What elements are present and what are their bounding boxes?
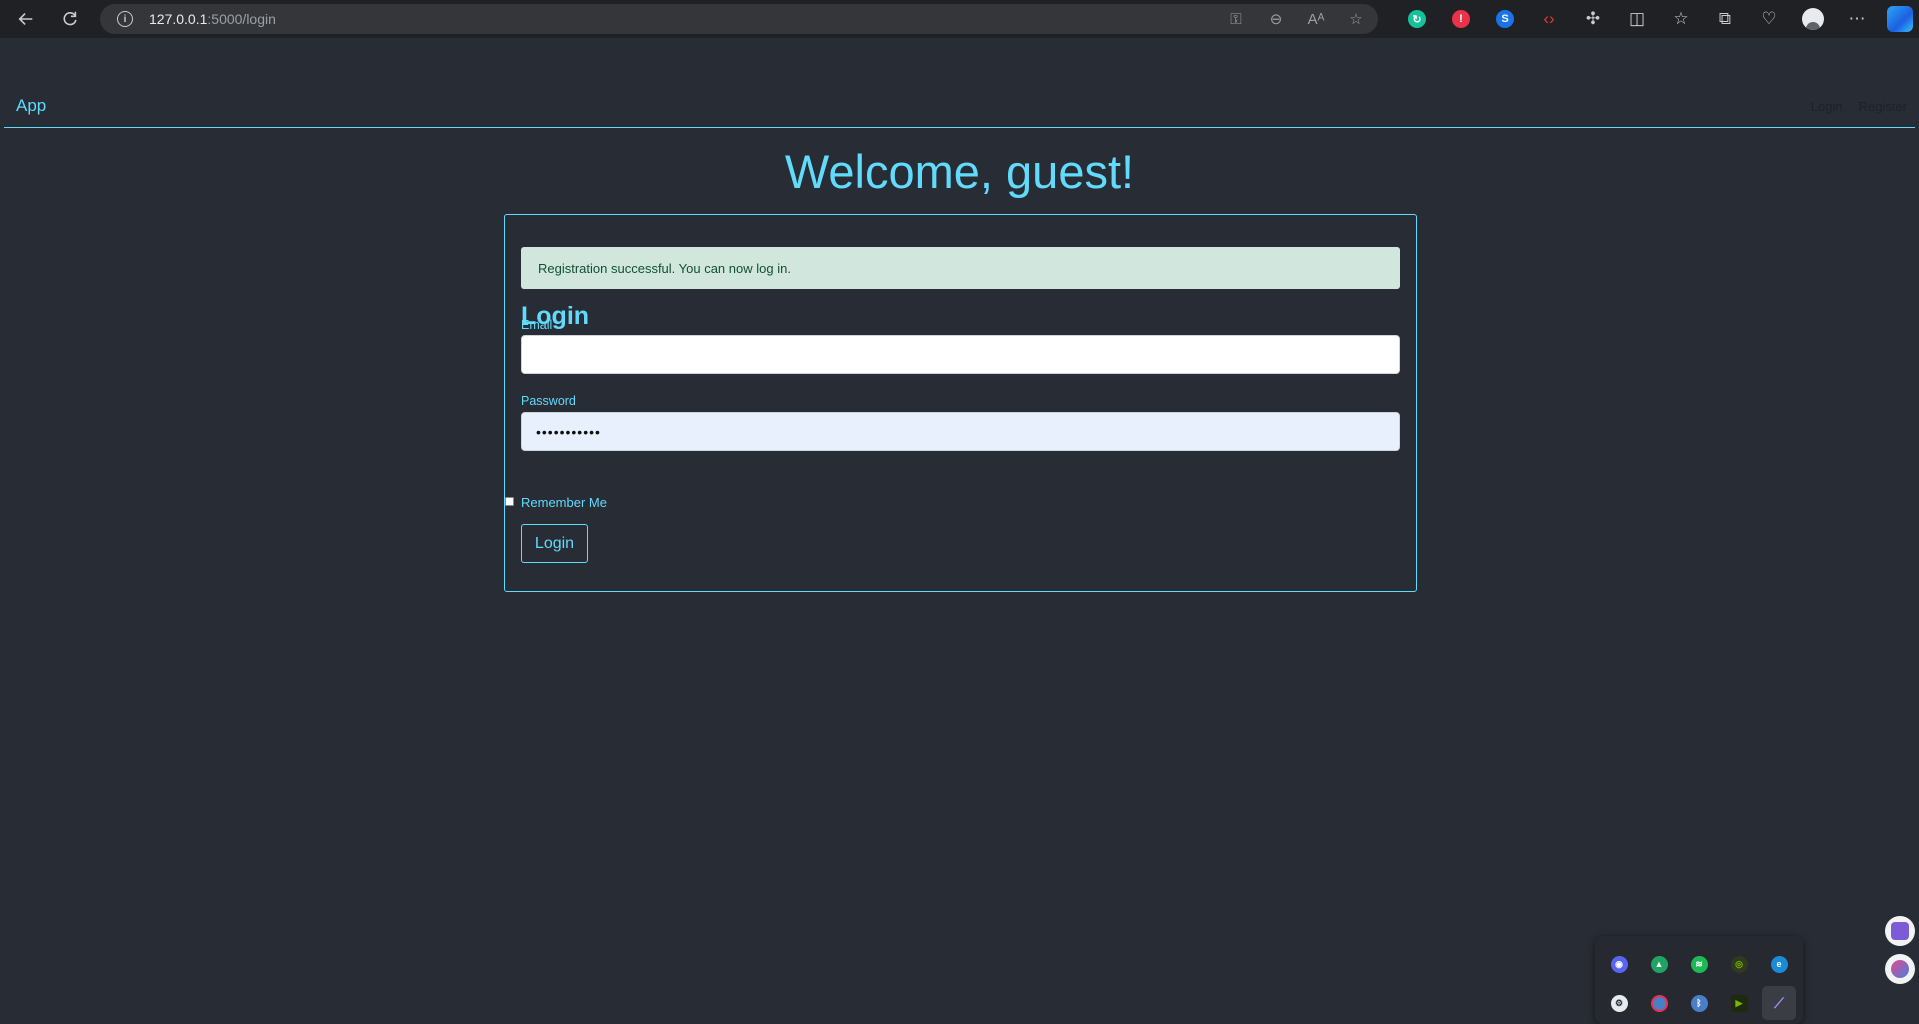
page-title: Welcome, guest! [784, 145, 1135, 198]
grammarly-extension[interactable]: ↻ [1395, 0, 1439, 38]
discord-tray-button[interactable]: ◉ [1605, 950, 1633, 978]
brand-link[interactable]: App [16, 96, 46, 116]
collections-button[interactable]: ⧉ [1703, 0, 1747, 38]
heart-pulse-icon: ♡ [1761, 9, 1777, 28]
key-icon[interactable]: ⚿ [1226, 11, 1246, 28]
puzzle-icon: ✣ [1585, 9, 1601, 28]
edge-icon: e [1770, 955, 1788, 973]
back-button[interactable] [8, 1, 44, 37]
refresh-icon [63, 11, 77, 26]
url-path: :5000/login [207, 11, 276, 27]
address-bar[interactable]: i 127.0.0.1:5000/login ⚿ ⊖ Aᴬ ☆ [100, 4, 1378, 34]
nvidia-tray-button[interactable]: ◎ [1725, 950, 1753, 978]
alert-text: Registration successful. You can now log… [538, 260, 791, 276]
browser-toolbar: i 127.0.0.1:5000/login ⚿ ⊖ Aᴬ ☆ ↻ ! S ‹›… [0, 0, 1919, 38]
browser-essentials-button[interactable]: ♡ [1747, 0, 1791, 38]
shazam-extension-icon: S [1496, 10, 1514, 28]
translate-icon [1891, 922, 1909, 940]
extensions-area: ↻ ! S ‹› ✣ ◫ ☆ ⧉ ♡ ⋯ [1395, 0, 1879, 38]
bluetooth-tray-button[interactable]: ᛒ [1685, 989, 1713, 1017]
extension-badge-icon: ! [1452, 10, 1470, 28]
collections-icon: ⧉ [1718, 9, 1732, 28]
split-screen-icon: ◫ [1628, 9, 1646, 28]
brain-side-button[interactable] [1885, 954, 1915, 984]
app-red-icon [1650, 994, 1668, 1012]
refresh-button[interactable] [52, 1, 88, 37]
red-app-tray-button[interactable] [1645, 989, 1673, 1017]
badge-extension[interactable]: ! [1439, 0, 1483, 38]
extensions-button[interactable]: ✣ [1571, 0, 1615, 38]
email-field[interactable] [521, 335, 1400, 374]
more-dots-icon: ⋯ [1848, 9, 1866, 28]
back-arrow-icon [18, 13, 33, 25]
login-card: Registration successful. You can now log… [504, 214, 1417, 592]
steam-icon: ⚙ [1610, 994, 1628, 1012]
drive-tray-button[interactable]: ▲ [1645, 950, 1673, 978]
nvidia-share-icon: ▶ [1730, 994, 1748, 1012]
steam-tray-button[interactable]: ⚙ [1605, 989, 1633, 1017]
profile-button[interactable] [1791, 0, 1835, 38]
page-content: App Login Register Welcome, guest! Regis… [4, 38, 1919, 1024]
password-label: Password [521, 394, 576, 408]
remember-me-checkbox[interactable] [505, 497, 514, 506]
read-aloud-icon[interactable]: Aᴬ [1306, 11, 1326, 28]
email-label: Email [521, 318, 553, 332]
dev-tools-extension[interactable]: ‹› [1527, 0, 1571, 38]
system-tray-overflow: ◉ ▲ ≋ ◎ e ⚙ ᛒ ▶ ⟋ [1595, 936, 1803, 1024]
avatar [1802, 8, 1824, 30]
translate-side-button[interactable] [1885, 916, 1915, 946]
pen-tray-button[interactable]: ⟋ [1762, 986, 1796, 1020]
success-alert: Registration successful. You can now log… [521, 247, 1400, 289]
more-menu-button[interactable]: ⋯ [1835, 0, 1879, 38]
password-field[interactable]: ••••••••••• [521, 412, 1400, 451]
split-screen-button[interactable]: ◫ [1615, 0, 1659, 38]
site-info-icon[interactable]: i [117, 11, 133, 27]
favorites-button[interactable]: ☆ [1659, 0, 1703, 38]
edge-tray-button[interactable]: e [1765, 950, 1793, 978]
shazam-extension[interactable]: S [1483, 0, 1527, 38]
url-host: 127.0.0.1 [149, 11, 208, 27]
bluetooth-icon: ᛒ [1690, 994, 1708, 1012]
brain-icon [1891, 960, 1909, 978]
navbar: App Login Register [4, 38, 1915, 128]
spotify-tray-button[interactable]: ≋ [1685, 950, 1713, 978]
nav-register-link[interactable]: Register [1859, 99, 1907, 114]
favorites-list-icon: ☆ [1673, 9, 1689, 28]
dev-tools-extension-icon: ‹› [1543, 9, 1555, 28]
favorite-star-icon[interactable]: ☆ [1346, 10, 1366, 28]
url-text[interactable]: 127.0.0.1:5000/login [149, 11, 276, 27]
nav-links: Login Register [1811, 99, 1907, 114]
pen-icon: ⟋ [1774, 994, 1784, 1011]
grammarly-extension-icon: ↻ [1408, 10, 1426, 28]
google-drive-icon: ▲ [1650, 955, 1668, 973]
login-button[interactable]: Login [521, 524, 588, 563]
zoom-out-icon[interactable]: ⊖ [1266, 10, 1286, 28]
spotify-icon: ≋ [1690, 955, 1708, 973]
nav-login-link[interactable]: Login [1811, 99, 1843, 114]
copilot-icon[interactable] [1887, 6, 1913, 32]
nvidia-share-tray-button[interactable]: ▶ [1725, 989, 1753, 1017]
discord-icon: ◉ [1610, 955, 1628, 973]
nvidia-icon: ◎ [1730, 955, 1748, 973]
remember-me-label[interactable]: Remember Me [521, 495, 607, 510]
